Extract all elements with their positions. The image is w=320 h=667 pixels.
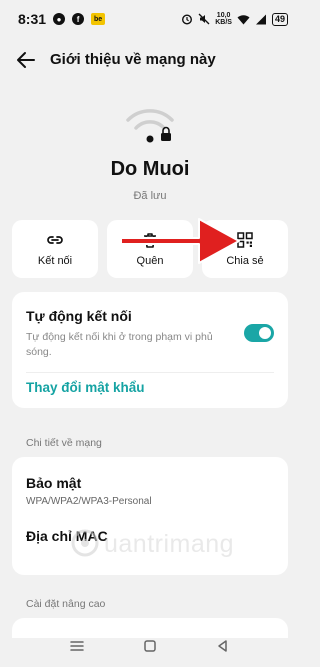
mac-address-title: Địa chỉ MAC (26, 528, 108, 544)
details-section-label: Chi tiết về mạng (26, 437, 102, 449)
battery-indicator: 49 (271, 12, 288, 26)
home-button[interactable] (138, 634, 162, 658)
status-bar: 8:31 ● f be 10,0 KB/S 49 (0, 0, 300, 38)
details-card: Bảo mật WPA/WPA2/WPA3-Personal Địa chỉ M… (12, 457, 288, 575)
be-app-icon: be (91, 13, 106, 25)
divider (26, 372, 274, 373)
status-time: 8:31 (18, 11, 47, 27)
page-title: Giới thiệu về mạng này (50, 51, 216, 68)
connect-label: Kết nối (37, 255, 73, 267)
menu-icon (69, 641, 84, 651)
forget-button[interactable]: Quên (107, 220, 193, 278)
alarm-icon (182, 14, 193, 25)
network-status: Đã lưu (133, 190, 167, 202)
toggle-knob (259, 327, 271, 339)
network-speed: 10,0 KB/S (215, 12, 232, 26)
connect-button[interactable]: Kết nối (12, 220, 98, 278)
trash-icon (141, 231, 159, 249)
status-right: 10,0 KB/S 49 (181, 12, 288, 26)
network-name: Do Muoi (110, 158, 190, 180)
wifi-status-icon (237, 14, 250, 24)
auto-connect-toggle[interactable] (244, 324, 274, 342)
facebook-icon: f (72, 13, 85, 25)
auto-connect-card: Tự động kết nối Tự động kết nối khi ở tr… (12, 292, 288, 408)
share-button[interactable]: Chia sẻ (202, 220, 288, 278)
qr-code-icon (236, 231, 254, 249)
forget-label: Quên (136, 255, 164, 267)
status-left: 8:31 ● f be (18, 11, 106, 27)
speed-unit: KB/S (215, 19, 232, 26)
app-header: Giới thiệu về mạng này (0, 46, 300, 74)
mute-icon (198, 13, 210, 25)
recent-apps-button[interactable] (65, 634, 89, 658)
back-arrow-icon[interactable] (14, 48, 38, 72)
speed-value: 10,0 (216, 12, 231, 19)
change-password-link[interactable]: Thay đổi mật khẩu (26, 380, 145, 395)
messenger-icon: ● (53, 13, 66, 25)
advanced-section-label: Cài đặt nâng cao (26, 598, 106, 610)
home-square-icon (144, 640, 156, 652)
wifi-locked-icon (126, 109, 174, 143)
link-icon (46, 231, 64, 249)
back-nav-button[interactable] (211, 634, 235, 658)
auto-connect-description: Tự động kết nối khi ở trong phạm vi phủ … (26, 331, 213, 358)
system-nav-bar (0, 625, 300, 667)
security-title: Bảo mật (26, 475, 82, 491)
share-label: Chia sẻ (226, 255, 264, 267)
auto-connect-title: Tự động kết nối (26, 308, 132, 324)
security-value: WPA/WPA2/WPA3-Personal (26, 496, 152, 507)
back-triangle-icon (218, 640, 228, 652)
signal-icon (255, 14, 266, 24)
